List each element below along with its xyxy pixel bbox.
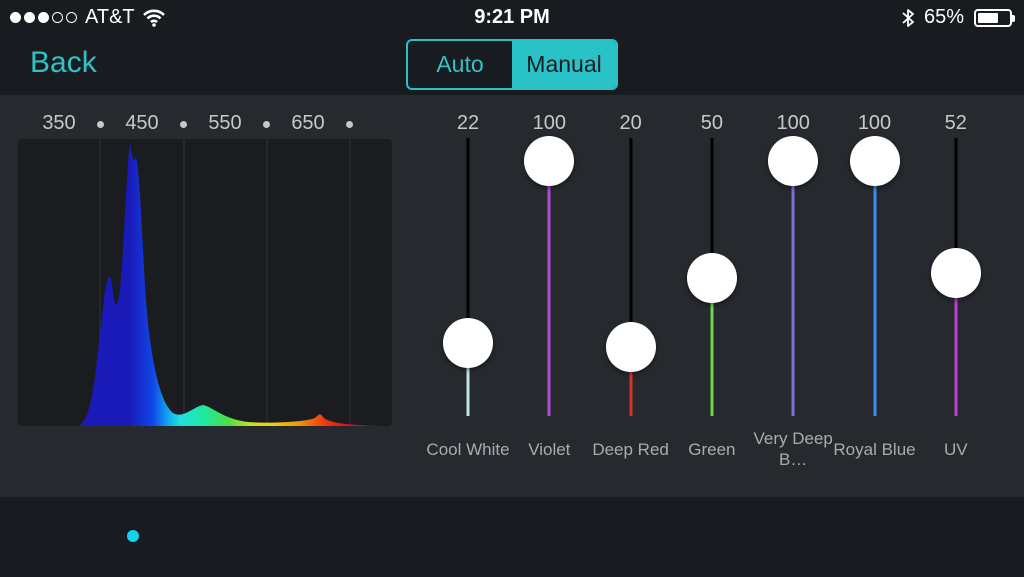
spectrum-curve — [78, 139, 378, 426]
spectrum-tick: 450 — [125, 112, 159, 134]
royal-blue-slider-knob[interactable] — [849, 136, 900, 186]
status-time: 9:21 PM — [474, 6, 550, 28]
very-deep-blue-slider-knob[interactable] — [768, 136, 819, 186]
status-right: 65% — [902, 6, 1015, 29]
channel-value: 100 — [776, 112, 810, 134]
channel-fill — [547, 161, 551, 416]
battery-icon — [974, 8, 1015, 27]
uv-slider-knob[interactable] — [930, 247, 981, 298]
channel-value: 100 — [857, 112, 892, 134]
mode-manual-segment[interactable]: Manual — [512, 41, 616, 88]
mode-auto-segment[interactable]: Auto — [408, 41, 512, 88]
spectrum-tick: 650 — [291, 112, 325, 134]
deep-red-slider-knob[interactable] — [605, 322, 656, 373]
spectrum-graph — [18, 139, 392, 426]
back-button[interactable]: Back — [30, 46, 97, 80]
cool-white-slider-knob[interactable] — [443, 317, 493, 368]
channel-fill — [791, 161, 795, 416]
status-bar: AT&T 9:21 PM 65% — [0, 0, 1024, 38]
channel-label: UV — [943, 439, 968, 459]
spectrum-tick: 350 — [42, 112, 76, 134]
bluetooth-icon — [902, 8, 914, 27]
spectrum-tick: 550 — [208, 112, 242, 134]
channel-value: 22 — [456, 112, 480, 134]
page-indicator-dot[interactable] — [127, 530, 139, 542]
spectrum-axis: 350 450 550 650 — [0, 112, 400, 136]
channel-value: 52 — [944, 112, 967, 134]
channel-fill — [873, 161, 876, 416]
nav-bar: Back Auto Manual — [0, 38, 1024, 94]
channel-value: 50 — [700, 112, 724, 134]
channel-value: 100 — [532, 112, 566, 134]
green-slider-knob[interactable] — [686, 252, 737, 303]
mode-segmented-control: Auto Manual — [406, 39, 618, 90]
channel-value: 20 — [619, 112, 642, 134]
violet-slider-knob[interactable] — [524, 136, 575, 186]
battery-percent: 65% — [923, 6, 964, 28]
